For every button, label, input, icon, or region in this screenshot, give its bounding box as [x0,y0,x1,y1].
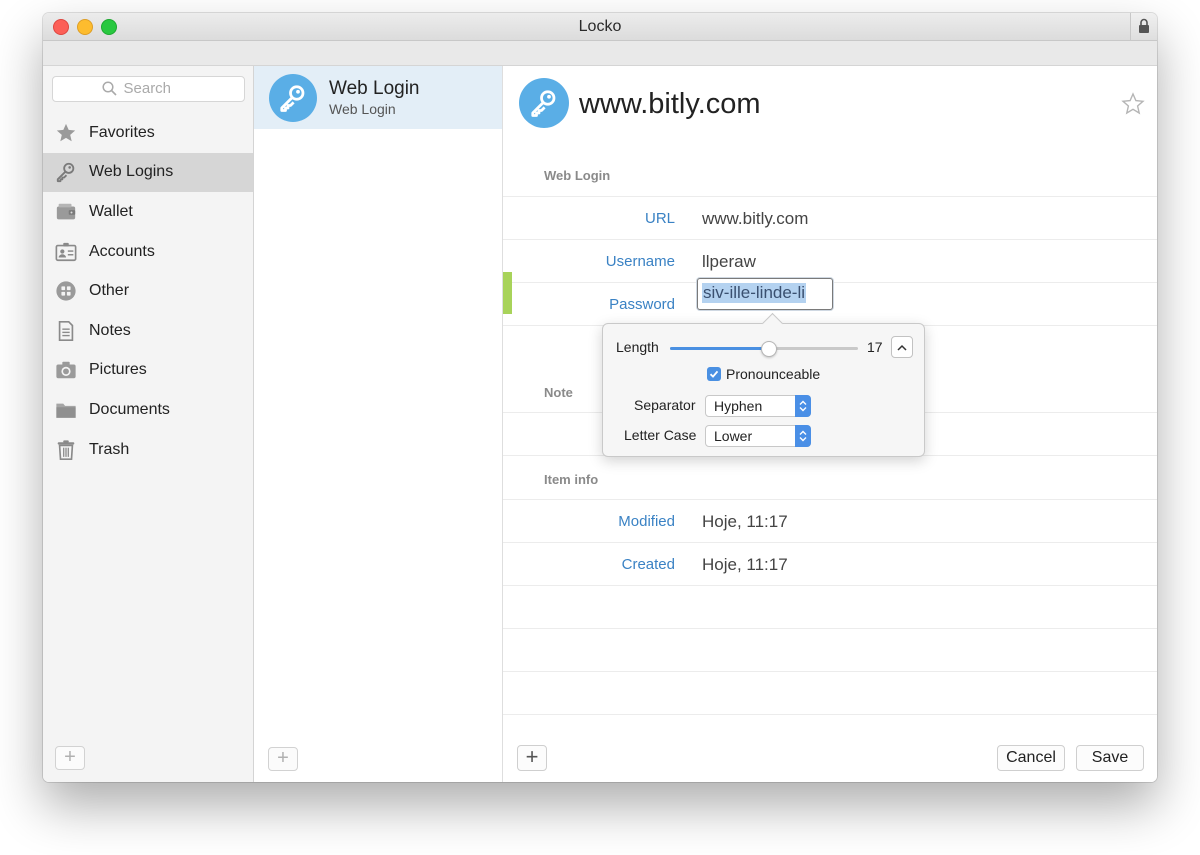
app-window: Locko Favorites [43,13,1157,782]
sidebar-item-label: Other [89,282,130,300]
divider [503,585,1157,586]
camera-icon [54,358,78,382]
divider [503,196,1157,197]
section-header-web-login: Web Login [544,168,611,183]
password-generator-popover: Length 17 Pronounceable Separator Hyphen… [602,312,925,457]
url-value[interactable]: www.bitly.com [702,209,808,229]
sidebar-item-label: Trash [89,440,130,458]
sidebar-item-label: Web Logins [89,163,174,181]
sidebar-item-label: Documents [89,400,170,418]
sidebar-item-favorites[interactable]: Favorites [43,113,253,153]
length-slider[interactable] [670,341,858,357]
chevron-up-icon [897,344,907,351]
key-icon [54,160,78,184]
window-title: Locko [578,18,622,35]
divider [503,671,1157,672]
divider [503,628,1157,629]
folder-icon [54,398,78,422]
sidebar-item-label: Notes [89,321,131,339]
updown-chevron-icon [795,395,811,417]
modified-label: Modified [618,513,675,530]
item-list: Web Login Web Login + [254,66,503,782]
sidebar-item-documents[interactable]: Documents [43,390,253,430]
sidebar-item-pictures[interactable]: Pictures [43,351,253,391]
checkmark-icon [709,370,719,378]
pronounceable-label: Pronounceable [726,366,821,382]
add-item-button[interactable]: + [268,747,298,771]
category-list: Favorites Web Logins Wallet Accounts Oth… [43,113,253,469]
detail-pane: www.bitly.com Web Login URL www.bitly.co… [503,66,1157,782]
note-icon [54,319,78,343]
list-item[interactable]: Web Login Web Login [254,66,502,129]
created-label: Created [621,556,675,573]
sidebar: Favorites Web Logins Wallet Accounts [43,66,254,782]
letter-case-select[interactable]: Lower [705,425,811,447]
modified-value: Hoje, 11:17 [702,512,788,531]
sidebar-item-web-logins[interactable]: Web Logins [43,152,253,193]
divider [503,239,1157,240]
list-item-title: Web Login [329,78,420,99]
id-card-icon [54,240,78,264]
divider [503,499,1157,500]
add-category-button[interactable]: + [55,746,85,770]
favorite-star-icon[interactable] [1121,92,1145,121]
password-field[interactable]: siv-ille-linde-li [697,278,833,310]
sidebar-item-trash[interactable]: Trash [43,430,253,470]
toolbar [43,41,1157,66]
popover-arrow [761,312,784,335]
search-field[interactable] [52,76,245,102]
lock-button[interactable] [1130,13,1157,40]
pronounceable-checkbox[interactable] [707,367,721,381]
length-stepper-button[interactable] [891,336,913,358]
letter-case-value: Lower [714,428,753,444]
separator-value: Hyphen [714,398,763,414]
wallet-icon [54,200,78,224]
add-field-button[interactable]: + [517,745,547,771]
password-label: Password [609,296,675,313]
key-icon [519,78,569,128]
save-button[interactable]: Save [1076,745,1144,771]
sidebar-item-label: Pictures [89,361,147,379]
lock-icon [1139,18,1149,33]
title-bar: Locko [43,13,1157,41]
divider [503,714,1157,715]
search-icon [101,81,117,96]
grid-icon [54,279,78,303]
length-slider-knob[interactable] [760,341,777,357]
separator-select[interactable]: Hyphen [705,395,811,417]
url-label: URL [644,210,675,227]
password-value: siv-ille-linde-li [702,283,807,303]
username-label: Username [605,253,675,270]
letter-case-label: Letter Case [624,427,697,443]
search-input[interactable] [121,79,196,98]
sidebar-item-other[interactable]: Other [43,271,253,311]
sidebar-item-accounts[interactable]: Accounts [43,232,253,272]
list-item-subtitle: Web Login [329,101,396,117]
star-icon [54,121,78,145]
sidebar-item-label: Favorites [89,123,155,141]
sidebar-item-notes[interactable]: Notes [43,311,253,351]
created-value: Hoje, 11:17 [702,555,788,574]
sidebar-item-wallet[interactable]: Wallet [43,192,253,232]
section-header-note: Note [544,385,573,400]
key-icon [269,74,317,122]
sidebar-item-label: Accounts [89,242,155,260]
length-label: Length [616,339,659,355]
length-value: 17 [867,339,883,355]
divider [503,542,1157,543]
username-value[interactable]: llperaw [702,252,756,272]
cancel-button[interactable]: Cancel [997,745,1065,771]
separator-label: Separator [634,397,696,413]
item-title: www.bitly.com [579,88,761,120]
sidebar-item-label: Wallet [89,202,133,220]
section-header-item-info: Item info [544,472,599,487]
length-slider-fill [670,347,768,350]
updown-chevron-icon [795,425,811,447]
trash-icon [54,438,78,462]
